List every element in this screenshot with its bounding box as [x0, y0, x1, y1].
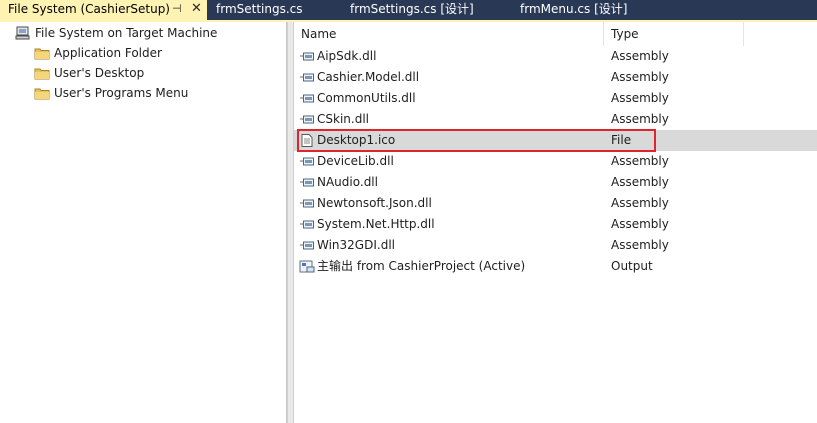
table-row[interactable]: 主输出 from CashierProject (Active) Output [294, 256, 817, 277]
assembly-icon [300, 52, 314, 61]
tree-item-label: File System on Target Machine [35, 26, 218, 40]
table-row[interactable]: System.Net.Http.dll Assembly [294, 214, 817, 235]
column-header-label: Type [611, 27, 639, 41]
tab-label: frmMenu.cs [设计] [520, 2, 628, 16]
row-name: CSkin.dll [317, 112, 369, 126]
highlight-annotation [297, 129, 656, 152]
column-header-type[interactable]: Type [604, 22, 744, 46]
tree-item-label: User's Programs Menu [54, 86, 189, 100]
table-row[interactable]: Win32GDI.dll Assembly [294, 235, 817, 256]
row-type: Assembly [611, 154, 669, 168]
table-row[interactable]: DeviceLib.dll Assembly [294, 151, 817, 172]
table-row[interactable]: NAudio.dll Assembly [294, 172, 817, 193]
table-row[interactable]: Newtonsoft.Json.dll Assembly [294, 193, 817, 214]
tab-label: frmSettings.cs [216, 2, 303, 16]
row-name: Cashier.Model.dll [317, 70, 420, 84]
row-type: Assembly [611, 196, 669, 210]
project-output-icon [299, 260, 315, 273]
pin-icon[interactable]: ⊣ [172, 0, 182, 18]
assembly-icon [300, 157, 314, 166]
tree-item-label: Application Folder [54, 46, 162, 60]
row-type: Assembly [611, 175, 669, 189]
assembly-icon [300, 178, 314, 187]
column-header-name[interactable]: Name [294, 22, 604, 46]
tab-frmsettings-designer[interactable]: frmSettings.cs [设计] [346, 0, 474, 20]
table-row[interactable]: CSkin.dll Assembly [294, 109, 817, 130]
file-system-tree: File System on Target Machine Applicatio… [0, 22, 287, 423]
row-type: Assembly [611, 112, 669, 126]
row-name: DeviceLib.dll [317, 154, 394, 168]
tab-label: File System (CashierSetup) [8, 2, 170, 16]
row-name: Win32GDI.dll [317, 238, 395, 252]
assembly-icon [300, 73, 314, 82]
table-row[interactable]: AipSdk.dll Assembly [294, 46, 817, 67]
row-name: CommonUtils.dll [317, 91, 416, 105]
row-type: Assembly [611, 217, 669, 231]
row-name: NAudio.dll [317, 175, 378, 189]
assembly-icon [300, 115, 314, 124]
close-icon[interactable]: ✕ [191, 0, 202, 18]
computer-icon [15, 26, 30, 40]
row-type: Assembly [611, 238, 669, 252]
assembly-icon [300, 220, 314, 229]
folder-icon [34, 88, 50, 100]
tab-frmsettings-cs[interactable]: frmSettings.cs [212, 0, 303, 20]
tree-item-label: User's Desktop [54, 66, 145, 80]
assembly-icon [300, 241, 314, 250]
row-name: AipSdk.dll [317, 49, 377, 63]
table-row[interactable]: CommonUtils.dll Assembly [294, 88, 817, 109]
column-header-label: Name [301, 27, 337, 41]
table-row[interactable]: Cashier.Model.dll Assembly [294, 67, 817, 88]
assembly-icon [300, 199, 314, 208]
row-name: System.Net.Http.dll [317, 217, 435, 231]
file-list: Name Type AipSdk.dll Assembly Cashier.Mode… [294, 22, 817, 423]
tab-label: frmSettings.cs [设计] [350, 2, 474, 16]
row-type: Assembly [611, 70, 669, 84]
row-type: Assembly [611, 49, 669, 63]
document-tab-strip: File System (CashierSetup) ⊣ ✕ frmSettin… [0, 0, 817, 22]
folder-icon [34, 48, 50, 60]
pane-splitter[interactable] [287, 22, 294, 423]
tab-frmmenu-designer[interactable]: frmMenu.cs [设计] [516, 0, 627, 20]
row-type: Output [611, 259, 653, 273]
tab-file-system[interactable]: File System (CashierSetup) ⊣ ✕ [0, 0, 207, 20]
row-name: Newtonsoft.Json.dll [317, 196, 432, 210]
folder-icon [34, 68, 50, 80]
row-type: Assembly [611, 91, 669, 105]
row-name: 主输出 from CashierProject (Active) [317, 259, 526, 273]
assembly-icon [300, 94, 314, 103]
